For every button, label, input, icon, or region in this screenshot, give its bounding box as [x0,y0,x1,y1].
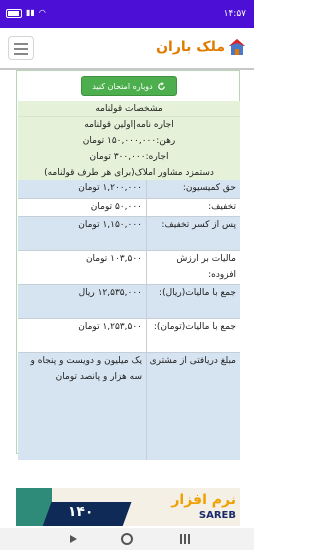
try-again-label: دوباره امتحان کنید [92,81,153,91]
battery-icon [6,8,22,18]
contract-line: اجاره نامه|اولین قولنامه [84,120,174,130]
table-row: تخفیف: ۵۰,۰۰۰ تومان [18,198,240,216]
status-icons: ▮▮ ◠ [6,8,46,18]
row-value: ۱,۱۵۰,۰۰۰ تومان [18,217,147,250]
contract-line: اجاره:۳۰۰,۰۰۰ تومان [89,152,169,162]
house-icon [229,39,245,55]
contract-line: دستمزد مشاور املاک(برای هر طرف قولنامه) [44,168,214,178]
table-row: حق کمیسیون: ۱,۲۰۰,۰۰۰ تومان [18,180,240,198]
row-value: ۱,۲۰۰,۰۰۰ تومان [18,180,147,198]
app-bar: ملک باران [0,28,254,70]
table-row: جمع با مالیات(ریال): ۱۲,۵۳۵,۰۰۰ ریال [18,284,240,318]
row-value: ۵۰,۰۰۰ تومان [18,199,147,216]
logo[interactable]: ملک باران [156,38,246,56]
contract-line: رهن:۱۵۰,۰۰۰,۰۰۰ تومان [82,136,176,146]
row-value: یک میلیون و دویست و پنجاه و سه هزار و پا… [18,353,147,460]
ad-number: ۱۴۰ [67,504,94,520]
hamburger-icon [14,43,28,45]
hamburger-line [14,53,28,55]
status-bar: ▮▮ ◠ ۱۴:۵۷ [0,0,254,28]
refresh-icon [157,81,165,90]
recent-apps-icon[interactable] [180,534,190,544]
logo-text: ملک باران [156,39,225,55]
ad-panel: ۱۴۰ [40,502,132,526]
calculation-card: دوباره امتحان کنید مشخصات قولنامه اجاره … [16,70,240,460]
row-label: مبلغ دریافتی از مشتری [149,356,236,366]
table-row: پس از کسر تخفیف: ۱,۱۵۰,۰۰۰ تومان [18,216,240,250]
row-label: تخفیف: [208,202,236,212]
fee-table: حق کمیسیون: ۱,۲۰۰,۰۰۰ تومان تخفیف: ۵۰,۰۰… [18,180,240,460]
ad-banner[interactable]: ۱۴۰ نرم افزار SAREB [16,488,240,526]
status-time: ۱۴:۵۷ [223,9,246,19]
row-label: پس از کسر تخفیف: [161,220,236,230]
contract-header: مشخصات قولنامه [18,101,240,117]
row-label: جمع با مالیات(ریال): [159,288,236,298]
row-label: مالیات بر ارزش افزوده: [176,254,236,280]
contract-summary: مشخصات قولنامه اجاره نامه|اولین قولنامه … [18,101,240,183]
table-row: جمع با مالیات(تومان): ۱,۲۵۳,۵۰۰ تومان [18,318,240,352]
back-icon[interactable] [70,535,77,543]
table-row: مبلغ دریافتی از مشتری یک میلیون و دویست … [18,352,240,460]
try-again-button[interactable]: دوباره امتحان کنید [81,76,177,96]
row-value: ۱,۲۵۳,۵۰۰ تومان [18,319,147,352]
navigation-bar [0,528,254,550]
row-label: جمع با مالیات(تومان): [153,322,236,332]
row-label: حق کمیسیون: [182,183,236,193]
row-value: ۱۲,۵۳۵,۰۰۰ ریال [18,285,147,318]
signal-icon: ▮▮ [26,8,35,17]
ad-title: نرم افزار [171,492,236,508]
hamburger-line [14,48,28,50]
ad-site: SAREB [198,510,236,521]
wifi-icon: ◠ [38,8,46,17]
home-icon[interactable] [121,533,133,545]
menu-button[interactable] [8,36,34,60]
row-value: ۱۰۳,۵۰۰ تومان [18,251,147,284]
table-row: مالیات بر ارزش افزوده: ۱۰۳,۵۰۰ تومان [18,250,240,284]
